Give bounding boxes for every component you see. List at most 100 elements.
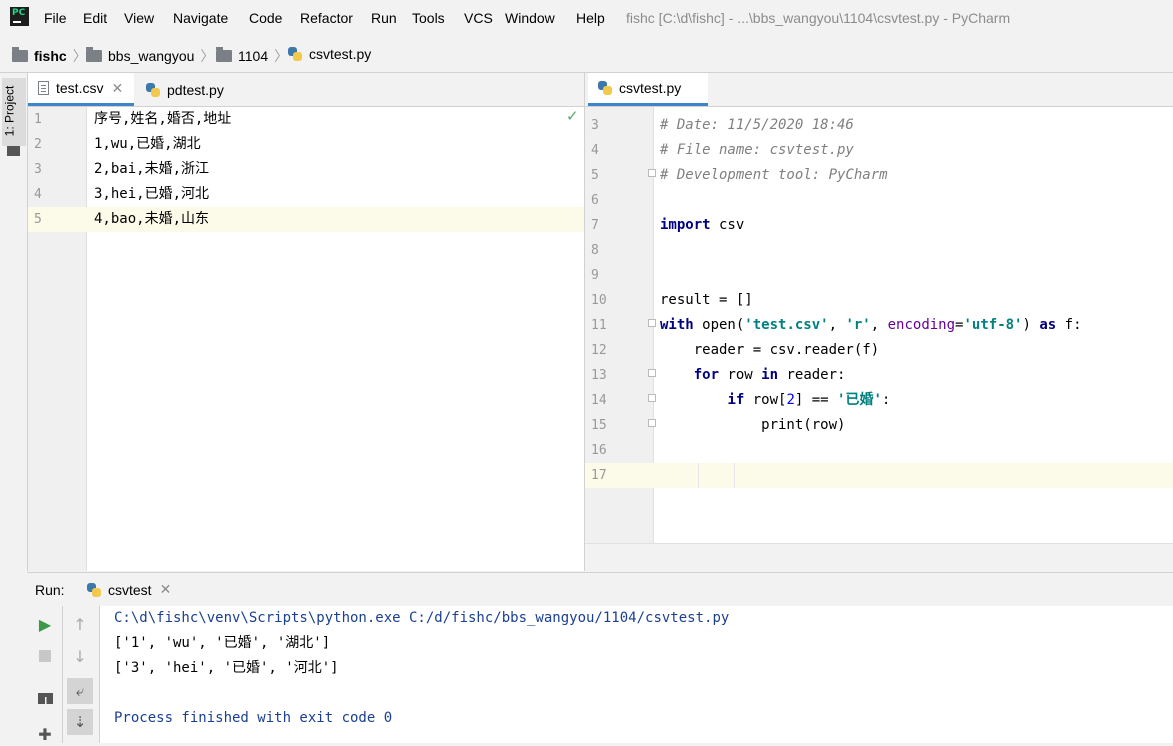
code-line: if row[2] == '已婚': [660, 388, 1082, 413]
fold-marker-icon[interactable] [648, 369, 656, 377]
run-label: Run: [35, 582, 65, 598]
python-file-icon [598, 81, 612, 95]
number-literal: 2 [786, 392, 795, 408]
code-line: 1,wu,已婚,湖北 [94, 136, 201, 152]
console-line: C:\d\fishc\venv\Scripts\python.exe C:/d/… [114, 610, 730, 626]
code-line: 3,hei,已婚,河北 [94, 186, 210, 202]
line-number: 2 [34, 137, 42, 152]
scroll-to-end-icon[interactable]: ⇣ [67, 709, 93, 735]
keyword: import [660, 217, 711, 233]
menu-edit[interactable]: Edit [83, 10, 107, 26]
code-line: 4,bao,未婚,山东 [94, 211, 210, 227]
python-file-icon [288, 47, 302, 61]
string-literal: 'test.csv' [744, 317, 829, 333]
fold-marker-icon[interactable] [648, 419, 656, 427]
rerun-icon[interactable]: ▶ [33, 612, 57, 636]
run-tab-csvtest[interactable]: csvtest ✕ [87, 573, 171, 606]
console-output[interactable]: C:\d\fishc\venv\Scripts\python.exe C:/d/… [100, 606, 1173, 743]
checkmark-icon[interactable]: ✓ [566, 107, 579, 125]
breadcrumb-item-bbs-wangyou[interactable]: bbs_wangyou 〉 [86, 46, 214, 66]
folder-icon [86, 47, 102, 62]
console-line: ['3', 'hei', '已婚', '河北'] [114, 660, 339, 676]
code-token: ] == [794, 392, 838, 408]
code-line: with open('test.csv', 'r', encoding='utf… [660, 313, 1082, 338]
layout-icon[interactable] [33, 686, 57, 710]
keyword: if [727, 392, 745, 408]
project-tool-label[interactable]: 1: Project [2, 86, 16, 137]
code-token: reader: [778, 367, 846, 383]
breadcrumb-item-fishc[interactable]: fishc 〉 [12, 46, 87, 66]
code-line: for row in reader: [660, 363, 1082, 388]
menu-tools[interactable]: Tools [412, 10, 445, 26]
pin-icon[interactable]: ✚ [33, 722, 57, 746]
line-number: 6 [591, 193, 599, 208]
arrow-up-icon[interactable]: ↑ [68, 612, 92, 636]
arrow-down-icon[interactable]: ↓ [68, 644, 92, 668]
chevron-right-icon: 〉 [274, 48, 289, 64]
fold-marker-icon[interactable] [648, 319, 656, 327]
code-line: reader = csv.reader(f) [660, 342, 880, 358]
menu-help[interactable]: Help [576, 10, 605, 26]
fold-marker-icon[interactable] [648, 169, 656, 177]
keyword-argument: encoding [887, 317, 956, 333]
tab-csvtest-py[interactable]: csvtest.py [588, 73, 708, 106]
menu-window[interactable]: Window [505, 10, 555, 26]
run-tab-label: csvtest [108, 581, 152, 598]
fold-marker-icon[interactable] [648, 394, 656, 402]
keyword: for [693, 367, 720, 383]
line-number: 14 [591, 393, 607, 408]
string-literal: 'utf-8' [963, 317, 1023, 333]
code-token: open( [693, 317, 745, 333]
menu-refactor[interactable]: Refactor [300, 10, 353, 26]
soft-wrap-icon[interactable]: ⤶ [67, 678, 93, 704]
left-editor[interactable]: 1 2 3 4 5 序号,姓名,婚否,地址 1,wu,已婚,湖北 2,bai,未… [28, 107, 584, 571]
breadcrumb-label: fishc [34, 48, 67, 64]
line-number: 3 [591, 118, 599, 133]
code-line: result = [] [660, 292, 753, 308]
line-number: 9 [591, 268, 599, 283]
breadcrumb-item-csvtest[interactable]: csvtest.py [288, 46, 371, 62]
code-token: csv [710, 217, 745, 233]
close-icon[interactable]: ✕ [111, 80, 123, 97]
code-token: : [881, 392, 891, 408]
code-token: row [719, 367, 762, 383]
line-number: 5 [34, 212, 42, 227]
chevron-right-icon: 〉 [72, 48, 87, 64]
string-literal: 'r' [845, 317, 871, 333]
keyword: as [1039, 317, 1057, 333]
tab-pdtest-py[interactable]: pdtest.py [136, 73, 254, 106]
line-number: 4 [34, 187, 42, 202]
line-number: 1 [34, 112, 42, 127]
code-line: 序号,姓名,婚否,地址 [94, 111, 232, 127]
menu-run[interactable]: Run [371, 10, 397, 26]
line-number: 16 [591, 443, 607, 458]
breadcrumb-label: 1104 [238, 48, 269, 64]
line-number: 3 [34, 162, 42, 177]
close-icon[interactable]: ✕ [160, 581, 172, 598]
folder-icon [7, 146, 20, 156]
stop-icon[interactable] [33, 644, 57, 668]
menu-code[interactable]: Code [249, 10, 282, 26]
window-title: fishc [C:\d\fishc] - ...\bbs_wangyou\110… [626, 10, 1011, 26]
menu-navigate[interactable]: Navigate [173, 10, 228, 26]
breadcrumb-label: csvtest.py [309, 46, 372, 62]
menu-vcs[interactable]: VCS [464, 10, 493, 26]
menu-view[interactable]: View [124, 10, 154, 26]
line-number: 10 [591, 293, 607, 308]
menu-file[interactable]: File [44, 10, 67, 26]
code-token: f: [1056, 317, 1082, 333]
tab-label: csvtest.py [619, 80, 682, 96]
folder-icon [216, 47, 232, 62]
tab-test-csv[interactable]: test.csv ✕ [28, 73, 134, 106]
breadcrumb-item-1104[interactable]: 1104 〉 [216, 46, 288, 66]
chevron-right-icon: 〉 [200, 48, 215, 64]
line-number: 4 [591, 143, 599, 158]
string-literal: '已婚' [837, 392, 882, 408]
right-editor[interactable]: 3 4 5 6 7 8 9 10 11 12 13 14 15 16 17 # … [585, 107, 1173, 543]
